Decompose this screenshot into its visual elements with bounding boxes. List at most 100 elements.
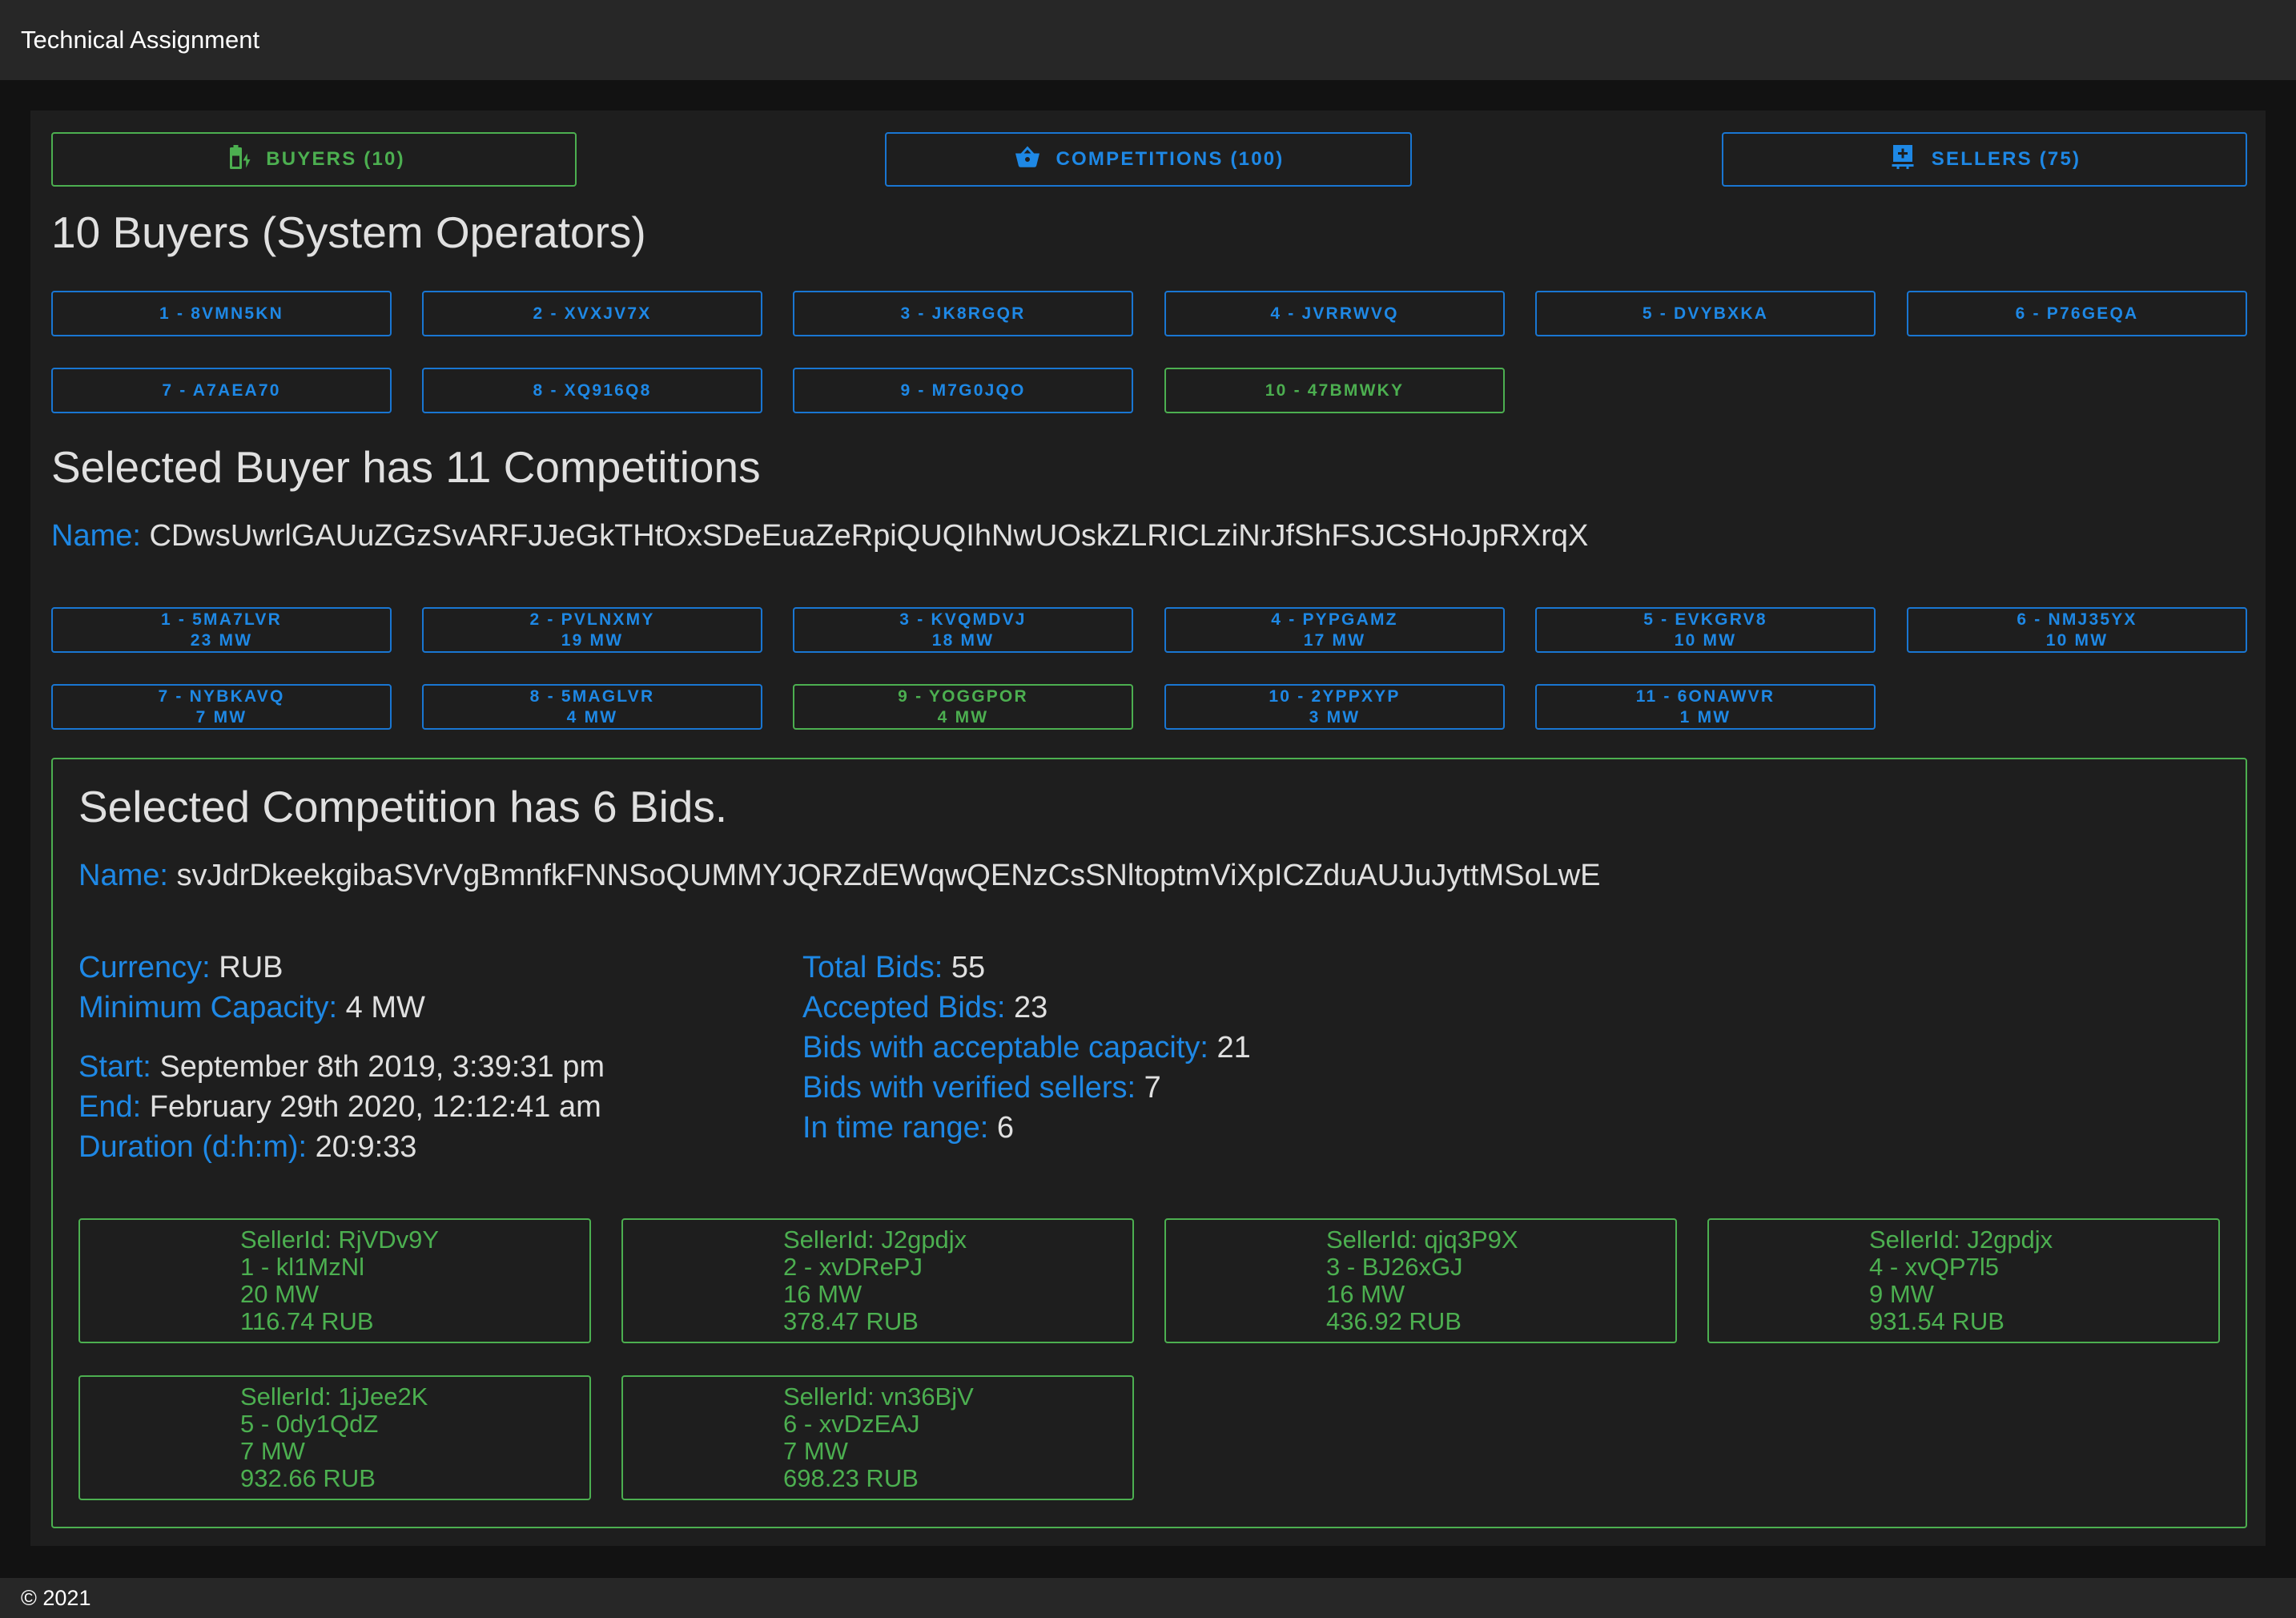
buyer-name-value: CDwsUwrlGAUuZGzSvARFJJeGkTHtOxSDeEuaZeRp… bbox=[149, 519, 1589, 553]
competition-heading: Selected Competition has 6 Bids. bbox=[78, 782, 728, 831]
app-title: Technical Assignment bbox=[21, 26, 260, 54]
buyer-button[interactable]: 5 - DVYBXKA bbox=[1535, 291, 1876, 336]
buyer-button-label: 9 - M7G0JQO bbox=[900, 380, 1026, 400]
bid-card[interactable]: SellerId: RjVDv9Y 1 - kl1MzNl 20 MW 116.… bbox=[78, 1218, 591, 1343]
tab-sellers[interactable]: SELLERS (75) bbox=[1722, 132, 2247, 187]
total-bids-value: 55 bbox=[951, 951, 986, 984]
start-value: September 8th 2019, 3:39:31 pm bbox=[159, 1050, 605, 1084]
competition-button[interactable]: 3 - KVQMDVJ 18 MW bbox=[793, 607, 1133, 653]
app-bar: Technical Assignment bbox=[0, 0, 2296, 80]
footer-copyright: © 2021 bbox=[21, 1585, 91, 1610]
buyer-button-label: 10 - 47BMWKY bbox=[1265, 380, 1405, 400]
bid-card[interactable]: SellerId: 1jJee2K 5 - 0dy1QdZ 7 MW 932.6… bbox=[78, 1375, 591, 1500]
buyer-name-row: Name: CDwsUwrlGAUuZGzSvARFJJeGkTHtOxSDeE… bbox=[51, 519, 1588, 553]
duration-label: Duration (d:h:m): bbox=[78, 1130, 308, 1164]
competition-button[interactable]: 6 - NMJ35YX 10 MW bbox=[1907, 607, 2247, 653]
buyer-button-label: 7 - A7AEA70 bbox=[162, 380, 281, 400]
competition-name-row: Name: svJdrDkeekgibaSVrVgBmnfkFNNSoQUMMY… bbox=[78, 859, 1601, 893]
competition-button-label: 10 - 2YPPXYP bbox=[1269, 686, 1401, 706]
accepted-bids-row: Accepted Bids: 23 bbox=[802, 988, 1047, 1028]
accepted-bids-label: Accepted Bids: bbox=[802, 991, 1006, 1024]
buyer-button[interactable]: 8 - XQ916Q8 bbox=[422, 368, 762, 413]
competition-button[interactable]: 4 - PYPGAMZ 17 MW bbox=[1164, 607, 1505, 653]
buyer-button[interactable]: 4 - JVRRWVQ bbox=[1164, 291, 1505, 336]
buyer-button[interactable]: 7 - A7AEA70 bbox=[51, 368, 392, 413]
buyer-button[interactable]: 9 - M7G0JQO bbox=[793, 368, 1133, 413]
bid-price: 378.47 RUB bbox=[783, 1307, 919, 1335]
competition-button-capacity: 10 MW bbox=[2045, 630, 2109, 650]
competition-button-capacity: 19 MW bbox=[561, 630, 624, 650]
competition-button-label: 7 - NYBKAVQ bbox=[158, 686, 285, 706]
verified-sellers-row: Bids with verified sellers: 7 bbox=[802, 1068, 1161, 1108]
bid-card[interactable]: SellerId: J2gpdjx 4 - xvQP7l5 9 MW 931.5… bbox=[1707, 1218, 2220, 1343]
buyer-button-label: 1 - 8VMN5KN bbox=[159, 304, 283, 323]
bid-seller-id: SellerId: qjq3P9X bbox=[1326, 1226, 1518, 1254]
competition-button-capacity: 3 MW bbox=[1309, 707, 1361, 726]
competition-button-capacity: 10 MW bbox=[1674, 630, 1737, 650]
start-label: Start: bbox=[78, 1050, 151, 1084]
buyer-button-selected[interactable]: 10 - 47BMWKY bbox=[1164, 368, 1505, 413]
competition-name-value: svJdrDkeekgibaSVrVgBmnfkFNNSoQUMMYJQRZdE… bbox=[176, 859, 1601, 892]
competition-name-label: Name: bbox=[78, 859, 168, 892]
buyer-button[interactable]: 1 - 8VMN5KN bbox=[51, 291, 392, 336]
duration-value: 20:9:33 bbox=[315, 1130, 417, 1164]
bid-id: 1 - kl1MzNl bbox=[240, 1253, 365, 1281]
competition-button[interactable]: 8 - 5MAGLVR 4 MW bbox=[422, 684, 762, 730]
currency-row: Currency: RUB bbox=[78, 948, 283, 988]
buyer-button[interactable]: 2 - XVXJV7X bbox=[422, 291, 762, 336]
competition-button-label: 6 - NMJ35YX bbox=[2017, 610, 2137, 629]
tab-buyers[interactable]: BUYERS (10) bbox=[51, 132, 577, 187]
end-label: End: bbox=[78, 1090, 142, 1124]
competition-button-label: 9 - YOGGPOR bbox=[898, 686, 1028, 706]
competition-button-label: 5 - EVKGRV8 bbox=[1643, 610, 1767, 629]
tab-competitions-label: COMPETITIONS (100) bbox=[1056, 148, 1285, 170]
transmission-tower-icon bbox=[1888, 143, 1917, 176]
accepted-bids-value: 23 bbox=[1014, 991, 1048, 1024]
tab-sellers-label: SELLERS (75) bbox=[1931, 148, 2081, 170]
min-capacity-label: Minimum Capacity: bbox=[78, 991, 338, 1024]
bid-card[interactable]: SellerId: qjq3P9X 3 - BJ26xGJ 16 MW 436.… bbox=[1164, 1218, 1677, 1343]
in-time-range-label: In time range: bbox=[802, 1111, 989, 1145]
currency-value: RUB bbox=[219, 951, 283, 984]
buyer-button-label: 6 - P76GEQA bbox=[2015, 304, 2139, 323]
tab-competitions[interactable]: COMPETITIONS (100) bbox=[885, 132, 1412, 187]
buyer-button-label: 8 - XQ916Q8 bbox=[533, 380, 652, 400]
bid-card[interactable]: SellerId: vn36BjV 6 - xvDzEAJ 7 MW 698.2… bbox=[621, 1375, 1134, 1500]
bid-capacity: 16 MW bbox=[1326, 1280, 1405, 1308]
competition-button-capacity: 4 MW bbox=[566, 707, 618, 726]
buyer-button-label: 3 - JK8RGQR bbox=[900, 304, 1026, 323]
competition-button-selected[interactable]: 9 - YOGGPOR 4 MW bbox=[793, 684, 1133, 730]
bid-seller-id: SellerId: vn36BjV bbox=[783, 1383, 974, 1411]
competition-button-capacity: 18 MW bbox=[931, 630, 995, 650]
min-capacity-value: 4 MW bbox=[345, 991, 425, 1024]
buyer-heading: Selected Buyer has 11 Competitions bbox=[51, 442, 761, 492]
buyer-button[interactable]: 6 - P76GEQA bbox=[1907, 291, 2247, 336]
bid-capacity: 9 MW bbox=[1869, 1280, 1934, 1308]
competition-button-label: 11 - 6ONAWVR bbox=[1635, 686, 1775, 706]
buyer-button-label: 4 - JVRRWVQ bbox=[1270, 304, 1399, 323]
buyer-button[interactable]: 3 - JK8RGQR bbox=[793, 291, 1133, 336]
bid-seller-id: SellerId: J2gpdjx bbox=[1869, 1226, 2053, 1254]
competition-button[interactable]: 2 - PVLNXMY 19 MW bbox=[422, 607, 762, 653]
competition-button-label: 4 - PYPGAMZ bbox=[1271, 610, 1398, 629]
competition-button[interactable]: 7 - NYBKAVQ 7 MW bbox=[51, 684, 392, 730]
end-value: February 29th 2020, 12:12:41 am bbox=[149, 1090, 601, 1124]
acceptable-capacity-row: Bids with acceptable capacity: 21 bbox=[802, 1028, 1251, 1068]
bid-card[interactable]: SellerId: J2gpdjx 2 - xvDRePJ 16 MW 378.… bbox=[621, 1218, 1134, 1343]
competition-button[interactable]: 11 - 6ONAWVR 1 MW bbox=[1535, 684, 1876, 730]
competition-button[interactable]: 1 - 5MA7LVR 23 MW bbox=[51, 607, 392, 653]
bid-price: 698.23 RUB bbox=[783, 1464, 919, 1492]
competition-button-capacity: 7 MW bbox=[195, 707, 247, 726]
start-row: Start: September 8th 2019, 3:39:31 pm bbox=[78, 1047, 605, 1087]
competition-button-capacity: 17 MW bbox=[1303, 630, 1366, 650]
total-bids-row: Total Bids: 55 bbox=[802, 948, 985, 988]
verified-sellers-value: 7 bbox=[1144, 1071, 1161, 1105]
competition-button[interactable]: 5 - EVKGRV8 10 MW bbox=[1535, 607, 1876, 653]
bid-price: 116.74 RUB bbox=[240, 1307, 374, 1335]
bid-capacity: 7 MW bbox=[240, 1437, 305, 1465]
bid-id: 3 - BJ26xGJ bbox=[1326, 1253, 1463, 1281]
competition-button[interactable]: 10 - 2YPPXYP 3 MW bbox=[1164, 684, 1505, 730]
tab-buyers-label: BUYERS (10) bbox=[266, 148, 405, 170]
bid-price: 436.92 RUB bbox=[1326, 1307, 1462, 1335]
currency-label: Currency: bbox=[78, 951, 211, 984]
